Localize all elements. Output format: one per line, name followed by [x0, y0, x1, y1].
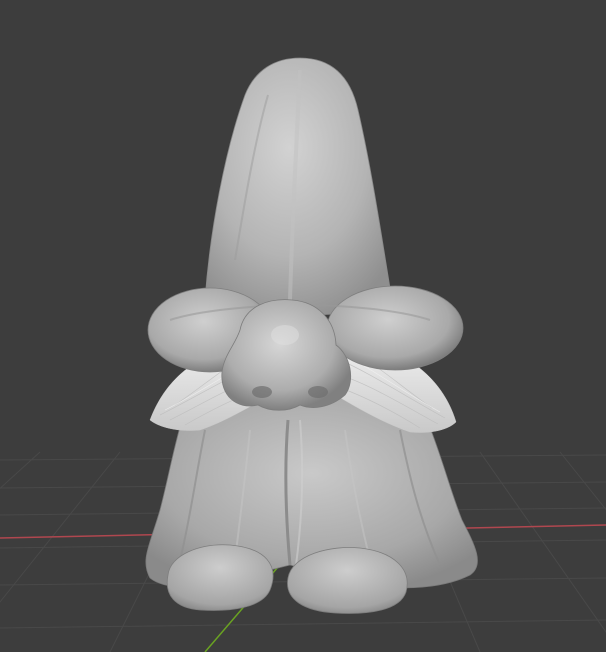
3d-viewport[interactable] — [0, 0, 606, 652]
viewport-canvas[interactable] — [0, 0, 606, 652]
gnome-sculpt-mesh[interactable] — [145, 57, 478, 614]
